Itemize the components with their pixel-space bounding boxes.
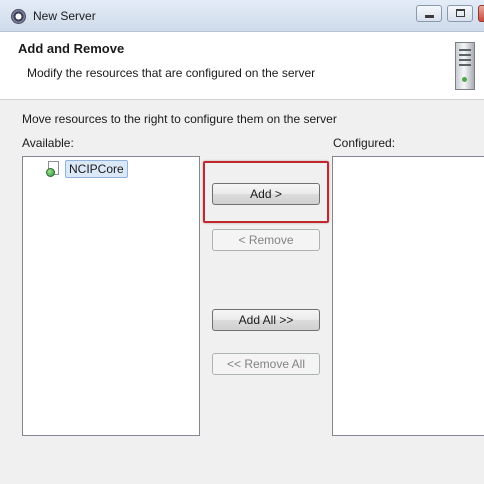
- page-description: Modify the resources that are configured…: [27, 66, 316, 80]
- minimize-button[interactable]: [416, 5, 442, 22]
- web-project-icon: [46, 161, 62, 177]
- maximize-button[interactable]: [447, 5, 473, 22]
- available-label: Available:: [22, 136, 74, 150]
- server-icon: [455, 42, 475, 90]
- remove-all-button[interactable]: << Remove All: [212, 353, 320, 375]
- page-title: Add and Remove: [18, 41, 125, 56]
- configured-label: Configured:: [333, 136, 396, 150]
- title-bar: New Server: [0, 0, 484, 32]
- eclipse-app-icon: [11, 9, 26, 24]
- configured-list[interactable]: [332, 156, 484, 436]
- minimize-icon: [425, 15, 434, 18]
- tree-item-ncipcore[interactable]: NCIPCore: [46, 160, 128, 178]
- add-button[interactable]: Add >: [212, 183, 320, 205]
- close-button[interactable]: [478, 5, 484, 22]
- available-list[interactable]: NCIPCore: [22, 156, 200, 436]
- window-title: New Server: [33, 9, 96, 23]
- add-all-button[interactable]: Add All >>: [212, 309, 320, 331]
- instruction-text: Move resources to the right to configure…: [22, 112, 337, 126]
- remove-button[interactable]: < Remove: [212, 229, 320, 251]
- wizard-header: Add and Remove Modify the resources that…: [0, 32, 484, 100]
- maximize-icon: [456, 9, 465, 17]
- tree-item-label[interactable]: NCIPCore: [65, 160, 128, 178]
